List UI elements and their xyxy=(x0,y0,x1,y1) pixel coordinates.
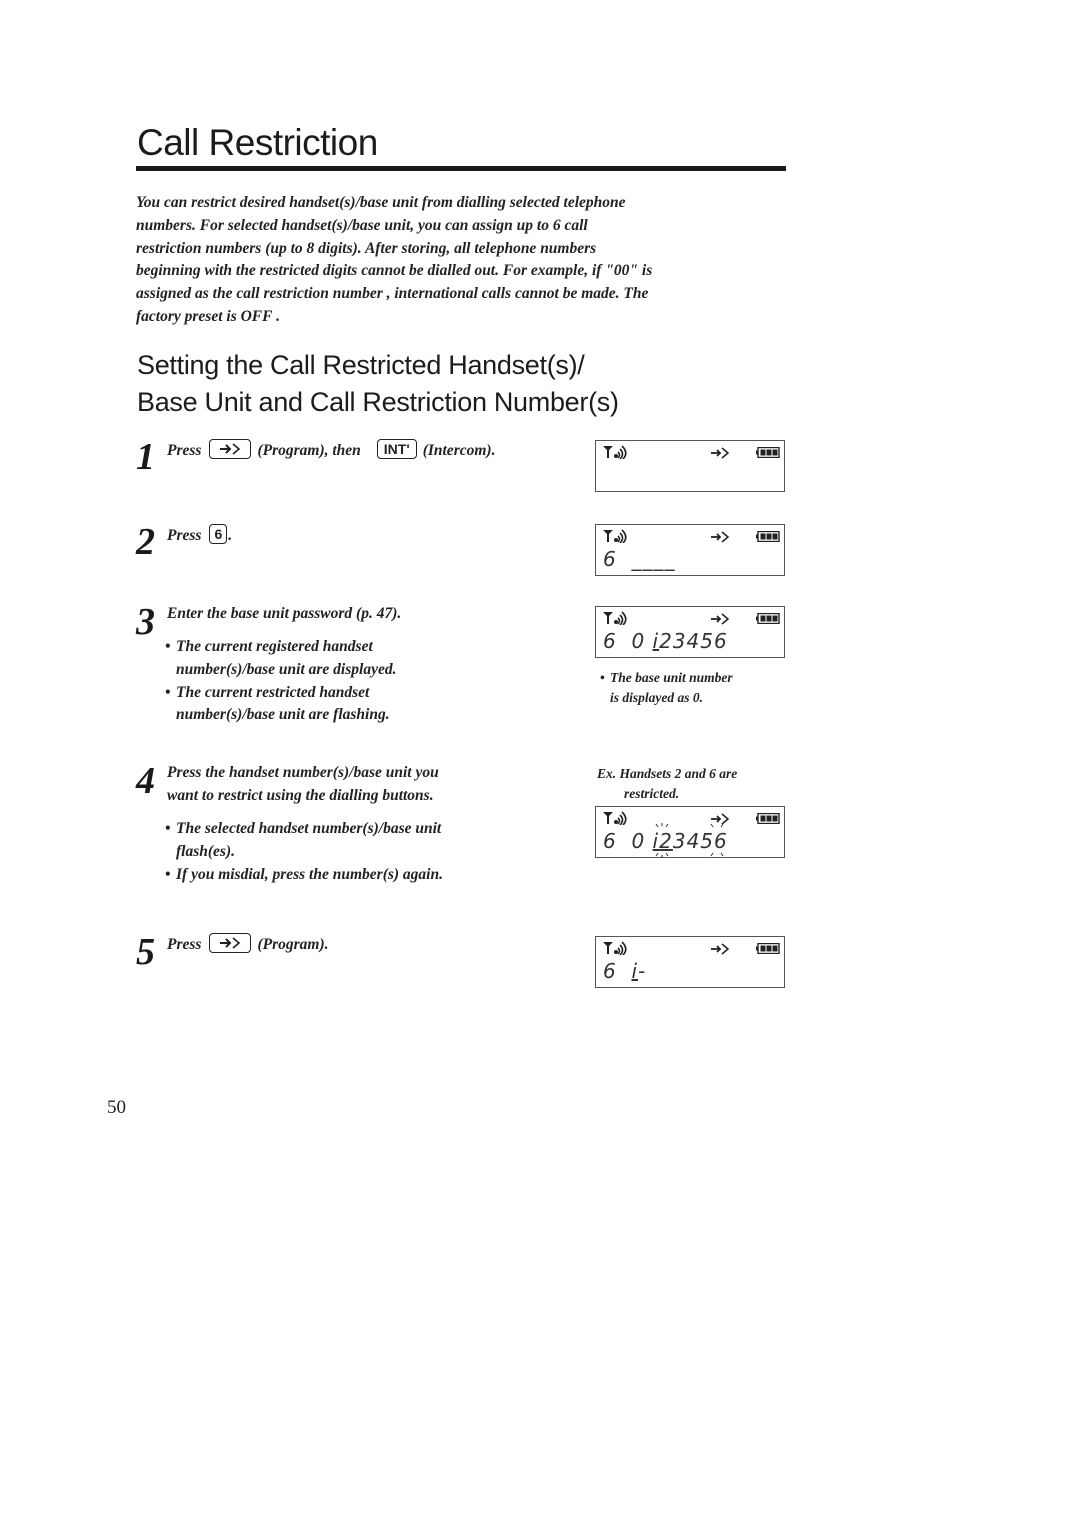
section-subtitle: Setting the Call Restricted Handset(s)/ … xyxy=(137,347,619,421)
subtitle-line: Base Unit and Call Restriction Number(s) xyxy=(137,387,619,417)
flash-marks-icon xyxy=(710,823,724,857)
program-arrow-icon xyxy=(220,443,241,456)
flashing-digit: 6 xyxy=(710,823,728,857)
battery-full-icon xyxy=(756,447,780,458)
step-1-instruction: Press (Program), then INT' (Intercom). xyxy=(167,439,496,463)
antenna-signal-icon xyxy=(603,611,627,625)
step-1-press: Press xyxy=(167,442,202,459)
step-3-instruction: Enter the base unit password (p. 47). xyxy=(167,605,402,622)
antenna-signal-icon xyxy=(603,445,627,459)
lcd-display-step-3: 6 0 i23456 xyxy=(595,606,785,658)
page-number: 50 xyxy=(107,1097,126,1118)
step-5-press: Press xyxy=(167,936,202,953)
step-1-number: 1 xyxy=(136,436,155,478)
intercom-key: INT' xyxy=(376,439,417,460)
lcd-status-icons xyxy=(602,529,780,545)
lcd-display-step-4: 6 0 i 2345 6 xyxy=(595,806,785,858)
antenna-signal-icon xyxy=(603,811,627,825)
digit-6-key: 6 xyxy=(209,524,228,545)
program-arrow-icon xyxy=(711,447,730,459)
battery-full-icon xyxy=(756,531,780,542)
antenna-signal-icon xyxy=(603,941,627,955)
program-arrow-icon xyxy=(711,613,730,625)
lcd-display-step-2: 6 ____ xyxy=(595,524,785,576)
program-arrow-icon xyxy=(711,943,730,955)
program-arrow-icon xyxy=(220,937,241,950)
step-3-number: 3 xyxy=(136,601,155,643)
step-5-instruction: Press (Program). xyxy=(167,933,329,957)
step-4-instruction: Press the handset number(s)/base unit yo… xyxy=(167,764,439,804)
subtitle-line: Setting the Call Restricted Handset(s)/ xyxy=(137,350,585,380)
title-rule xyxy=(136,166,786,171)
step-2-period: . xyxy=(228,527,233,544)
antenna-signal-icon xyxy=(603,529,627,543)
lcd-text: 6 i- xyxy=(603,959,647,983)
battery-full-icon xyxy=(756,943,780,954)
program-key xyxy=(209,933,252,954)
step-1-program-label: (Program), then xyxy=(257,442,361,459)
example-caption: Ex. Handsets 2 and 6 are restricted. xyxy=(597,766,738,801)
intro-line: restriction numbers (up to 8 digits). Af… xyxy=(136,239,597,257)
lcd-status-icons xyxy=(602,941,780,957)
base-unit-note: • The base unit number is displayed as 0. xyxy=(600,670,733,705)
step-5-program-label: (Program). xyxy=(257,936,329,953)
battery-full-icon xyxy=(756,813,780,824)
step-2-press: Press xyxy=(167,527,202,544)
lcd-status-icons xyxy=(602,811,780,827)
step-4-number: 4 xyxy=(136,760,155,802)
intro-line: beginning with the restricted digits can… xyxy=(136,262,653,280)
page-title: Call Restriction xyxy=(137,122,378,163)
step-2-instruction: Press 6. xyxy=(167,524,233,548)
intro-line: You can restrict desired handset(s)/base… xyxy=(136,194,626,211)
step-1-intercom-label: (Intercom). xyxy=(422,442,496,459)
lcd-text: 6 0 i23456 xyxy=(603,629,728,653)
lcd-status-icons xyxy=(602,611,780,627)
step-3-bullet: • The current registered handset number(s… xyxy=(165,638,397,724)
flashing-digit: 2 xyxy=(655,823,673,858)
lcd-status-icons xyxy=(602,445,780,461)
intro-line: numbers. For selected handset(s)/base un… xyxy=(136,216,588,234)
step-4-bullet: • The selected handset number(s)/base uni… xyxy=(165,820,443,883)
intro-line: factory preset is OFF . xyxy=(136,307,280,325)
battery-full-icon xyxy=(756,613,780,624)
lcd-text: 6 ____ xyxy=(603,547,676,571)
intro-line: assigned as the call restriction number … xyxy=(136,285,649,303)
lcd-display-step-1 xyxy=(595,440,785,492)
step-5-number: 5 xyxy=(136,931,155,973)
lcd-display-step-5: 6 i- xyxy=(595,936,785,988)
lcd-text: 6 0 i23456 xyxy=(603,823,728,858)
intro-paragraph: You can restrict desired handset(s)/base… xyxy=(136,192,786,329)
flash-marks-icon xyxy=(655,823,669,858)
program-arrow-icon xyxy=(711,531,730,543)
step-2-number: 2 xyxy=(136,521,155,563)
program-key xyxy=(209,439,252,460)
